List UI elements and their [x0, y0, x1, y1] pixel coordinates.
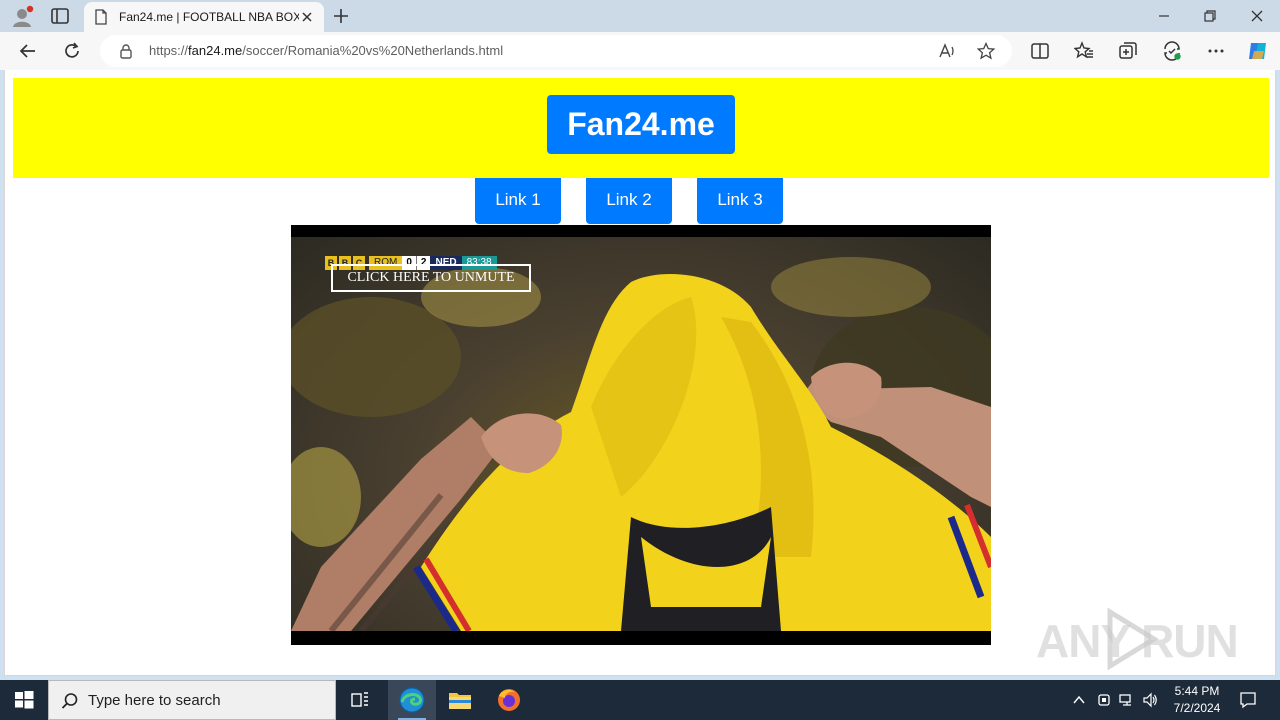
show-hidden-icons-icon[interactable] — [1071, 692, 1087, 708]
system-clock[interactable]: 5:44 PM 7/2/2024 — [1166, 683, 1228, 717]
link-2-button[interactable]: Link 2 — [586, 178, 672, 224]
new-tab-icon[interactable] — [332, 7, 350, 25]
favorites-icon[interactable] — [1074, 41, 1094, 61]
device-icon[interactable] — [1096, 692, 1112, 708]
task-view-icon[interactable] — [346, 686, 374, 714]
copilot-icon[interactable] — [1246, 39, 1270, 63]
url-text: https://fan24.me/soccer/Romania%20vs%20N… — [149, 43, 504, 58]
browser-essentials-icon[interactable] — [1162, 41, 1182, 61]
network-icon[interactable] — [1119, 692, 1135, 708]
page-icon — [95, 9, 107, 25]
browser-toolbar: https://fan24.me/soccer/Romania%20vs%20N… — [0, 32, 1280, 70]
favorite-star-icon[interactable] — [977, 42, 995, 60]
browser-tab-strip: Fan24.me | FOOTBALL NBA BOXING — [0, 0, 1280, 32]
restore-icon[interactable] — [1202, 8, 1218, 24]
close-tab-icon[interactable] — [300, 10, 314, 24]
brand-button[interactable]: Fan24.me — [547, 95, 735, 154]
link-3-button[interactable]: Link 3 — [697, 178, 783, 224]
web-page: Fan24.me Link 1 Link 2 Link 3 B B C ROM … — [4, 70, 1276, 676]
site-header: Fan24.me — [13, 78, 1269, 178]
volume-icon[interactable] — [1142, 692, 1158, 708]
lock-icon[interactable] — [118, 43, 134, 59]
tab-actions-icon[interactable] — [50, 7, 70, 25]
taskbar: Type here to search 5:44 PM 7/2/2024 — [0, 680, 1280, 720]
minimize-icon[interactable] — [1156, 8, 1172, 24]
windows-start-icon[interactable] — [0, 680, 48, 720]
unmute-button[interactable]: CLICK HERE TO UNMUTE — [331, 264, 531, 292]
more-options-icon[interactable] — [1206, 41, 1226, 61]
notifications-icon[interactable] — [1239, 691, 1257, 709]
anyrun-watermark: ANY RUN — [1036, 608, 1239, 670]
close-window-icon[interactable] — [1249, 8, 1265, 24]
refresh-icon[interactable] — [62, 41, 82, 61]
clock-time: 5:44 PM — [1174, 684, 1220, 698]
link-1-button[interactable]: Link 1 — [475, 178, 561, 224]
collections-icon[interactable] — [1118, 41, 1138, 61]
profile-icon[interactable] — [10, 5, 34, 29]
file-explorer-icon[interactable] — [446, 686, 474, 714]
tab-title: Fan24.me | FOOTBALL NBA BOXING — [119, 10, 299, 24]
video-player[interactable]: B B C ROM 0 2 NED 83:38 CLICK HERE TO UN… — [291, 225, 991, 645]
watermark-text: ANY RUN — [1036, 615, 1239, 667]
taskbar-search[interactable]: Type here to search — [48, 680, 336, 720]
edge-icon — [399, 687, 425, 713]
firefox-icon[interactable] — [495, 686, 523, 714]
back-icon[interactable] — [18, 41, 38, 61]
split-screen-icon[interactable] — [1030, 41, 1050, 61]
clock-date: 7/2/2024 — [1173, 701, 1221, 715]
video-frame[interactable]: B B C ROM 0 2 NED 83:38 CLICK HERE TO UN… — [291, 237, 991, 631]
search-icon — [61, 693, 78, 709]
search-placeholder: Type here to search — [88, 692, 221, 709]
video-image — [291, 257, 991, 631]
address-bar[interactable]: https://fan24.me/soccer/Romania%20vs%20N… — [100, 35, 1012, 67]
read-aloud-icon[interactable] — [938, 43, 956, 59]
edge-taskbar-button[interactable] — [388, 680, 436, 720]
active-tab[interactable]: Fan24.me | FOOTBALL NBA BOXING — [84, 2, 324, 32]
